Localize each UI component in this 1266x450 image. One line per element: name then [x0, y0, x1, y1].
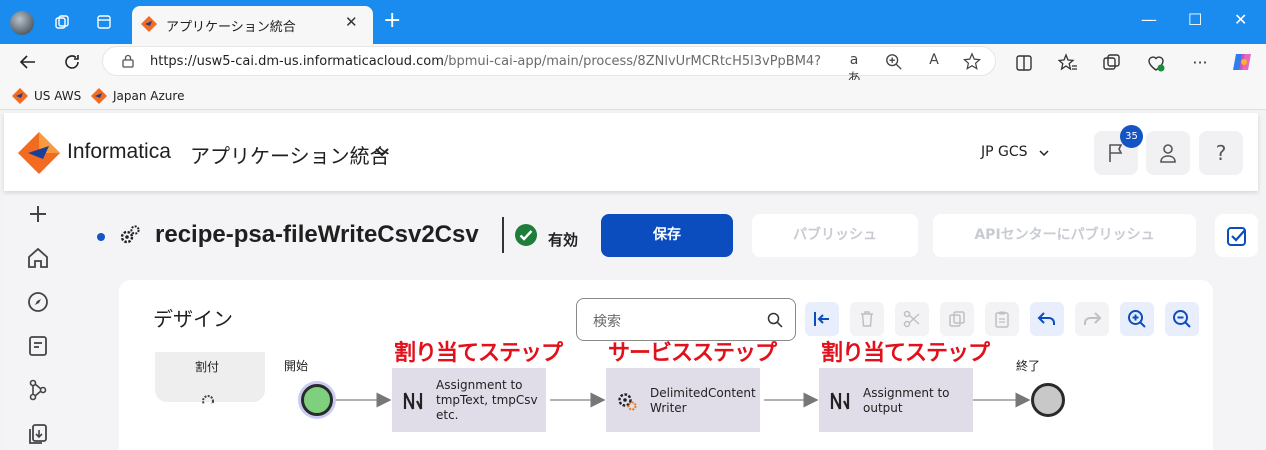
collections-icon[interactable] — [1102, 53, 1122, 73]
tab-actions-icon[interactable] — [96, 14, 112, 30]
home-icon[interactable] — [26, 246, 50, 270]
monitor-icon[interactable] — [26, 334, 50, 358]
explore-icon[interactable] — [26, 290, 50, 314]
process-name: recipe-psa-fileWriteCsv2Csv — [155, 221, 479, 248]
user-menu-button[interactable] — [1146, 131, 1190, 175]
help-icon: ? — [1215, 141, 1227, 165]
publish-to-api-center-button[interactable]: APIセンターにパブリッシュ — [933, 214, 1196, 257]
step-label: Assignment to output — [863, 386, 950, 416]
process-gears-icon — [120, 225, 140, 244]
informatica-favicon-icon — [141, 16, 157, 32]
annotation-assignment-step-2: 割り当てステップ — [821, 341, 990, 366]
step-label-line: Writer — [650, 401, 687, 415]
step-label-line: Assignment to — [863, 386, 950, 400]
assignment-icon — [403, 392, 423, 410]
design-panel: デザイン 検索 割付 開始 終了 Assignment to tmpText, … — [119, 280, 1213, 450]
tab-title: アプリケーション統合 — [166, 20, 296, 35]
refresh-icon[interactable] — [62, 52, 82, 72]
back-icon[interactable] — [18, 52, 38, 72]
annotation-assignment-step-1: 割り当てステップ — [394, 341, 563, 366]
more-options-icon[interactable]: ··· — [1190, 53, 1210, 73]
assignment-step-1[interactable]: Assignment to tmpText, tmpCsv etc. — [392, 368, 546, 432]
lock-icon[interactable] — [121, 54, 135, 68]
new-tab-icon[interactable]: + — [383, 9, 401, 33]
title-divider — [502, 217, 504, 253]
favorite-label: US AWS — [34, 89, 82, 103]
checkbox-check-icon — [1226, 226, 1246, 246]
validate-button[interactable] — [1215, 214, 1258, 257]
close-window-icon[interactable]: ✕ — [1234, 10, 1247, 30]
informatica-favicon-icon — [12, 88, 28, 104]
url-path: /bpmui-cai-app/main/process/8ZNlvUrMCRtc… — [443, 54, 822, 69]
step-label-line: DelimitedContent — [650, 386, 756, 400]
informatica-logo-icon[interactable] — [18, 132, 60, 174]
add-icon[interactable] — [26, 202, 50, 226]
help-button[interactable]: ? — [1199, 131, 1243, 175]
step-label-line: output — [863, 401, 903, 415]
flag-icon — [1109, 144, 1123, 162]
assignment-step-2[interactable]: Assignment to output — [819, 368, 973, 432]
zoom-icon[interactable] — [884, 53, 904, 71]
url-host: https://usw5-cai.dm-us.informaticacloud.… — [150, 54, 444, 69]
brand-name[interactable]: Informatica — [67, 140, 171, 164]
favorite-star-icon[interactable] — [962, 52, 982, 71]
copilot-icon[interactable] — [1230, 50, 1254, 74]
minimize-icon[interactable]: — — [1141, 10, 1157, 30]
favorites-bar: US AWS Japan Azure — [0, 80, 1266, 110]
import-icon[interactable] — [26, 422, 50, 446]
maximize-icon[interactable]: ☐ — [1188, 10, 1202, 30]
step-label: Assignment to tmpText, tmpCsv etc. — [436, 378, 538, 423]
step-label-line: etc. — [436, 408, 459, 422]
org-selector[interactable]: JP GCS — [981, 144, 1028, 160]
immersive-reader-icon[interactable]: A — [924, 52, 944, 68]
workspaces-icon[interactable] — [54, 14, 70, 30]
browser-essentials-icon[interactable] — [1146, 53, 1166, 73]
favorite-label: Japan Azure — [113, 89, 185, 103]
split-screen-icon[interactable] — [1014, 53, 1034, 73]
favorites-icon[interactable] — [1058, 53, 1078, 73]
app-header: Informatica アプリケーション統合 JP GCS 35 ? — [4, 113, 1258, 191]
chevron-down-icon[interactable] — [375, 147, 389, 157]
save-button[interactable]: 保存 — [601, 214, 733, 257]
app-window: Informatica アプリケーション統合 JP GCS 35 ? recip… — [4, 113, 1258, 450]
browser-tab-strip: アプリケーション統合 ✕ + — ☐ ✕ — [0, 0, 1266, 44]
end-node[interactable] — [1031, 383, 1065, 417]
step-label: DelimitedContent Writer — [650, 386, 756, 416]
unsaved-indicator — [97, 233, 105, 241]
profile-avatar[interactable] — [10, 11, 34, 35]
annotation-service-step: サービスステップ — [608, 341, 777, 366]
app-switcher[interactable]: アプリケーション統合 — [190, 140, 390, 169]
step-label-line: Assignment to — [436, 378, 523, 392]
publish-button[interactable]: パブリッシュ — [752, 214, 918, 257]
notification-count-badge: 35 — [1120, 125, 1143, 148]
url-bar[interactable]: https://usw5-cai.dm-us.informaticacloud.… — [102, 46, 996, 87]
process-status: 有効 — [548, 231, 579, 249]
informatica-favicon-icon — [91, 88, 107, 104]
url-text[interactable]: https://usw5-cai.dm-us.informaticacloud.… — [150, 54, 822, 69]
tab-close-icon[interactable]: ✕ — [345, 13, 358, 31]
start-node[interactable] — [301, 384, 333, 416]
favorite-us-aws[interactable]: US AWS — [12, 88, 81, 104]
service-step[interactable]: DelimitedContent Writer — [606, 368, 760, 432]
process-graph-icon[interactable] — [26, 378, 50, 402]
assignment-icon — [830, 392, 850, 410]
step-label-line: tmpText, tmpCsv — [436, 393, 538, 407]
favorite-japan-azure[interactable]: Japan Azure — [91, 88, 184, 104]
service-gear-icon — [618, 393, 637, 411]
active-tab[interactable]: アプリケーション統合 ✕ — [132, 6, 373, 44]
chevron-down-icon[interactable] — [1039, 150, 1049, 157]
user-icon — [1160, 144, 1176, 163]
address-bar-row: https://usw5-cai.dm-us.informaticacloud.… — [0, 44, 1266, 87]
check-circle-icon — [515, 224, 537, 246]
